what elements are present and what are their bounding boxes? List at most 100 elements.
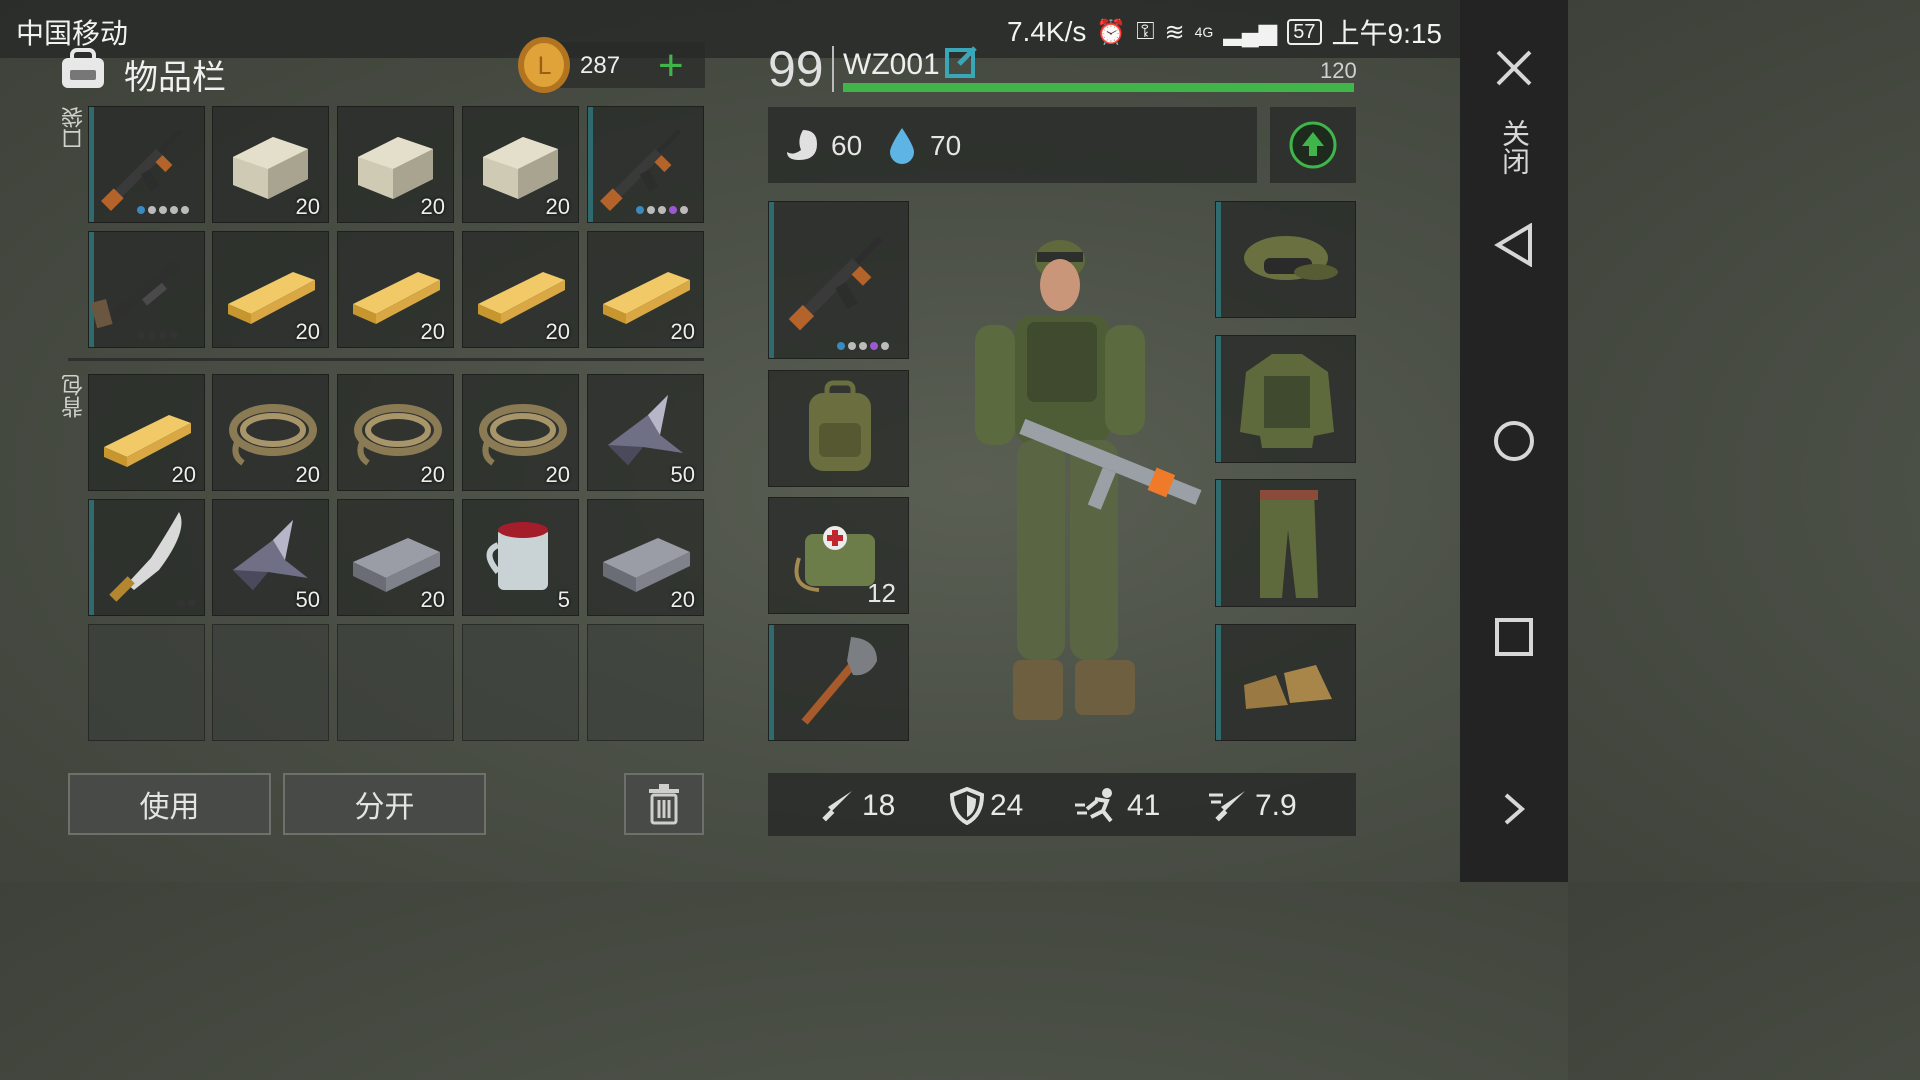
player-level: 99 [768,41,824,97]
backpack-slot-8[interactable]: 20 [337,499,454,616]
attack-speed-value: 7.9 [1255,789,1297,822]
hunger-value: 60 [831,130,863,161]
backpack-slot-3[interactable]: 20 [337,374,454,491]
add-coins-button[interactable]: + [658,44,684,88]
svg-text:L: L [537,52,551,80]
body-slot[interactable] [1215,335,1356,463]
backpack-slot-7[interactable]: 50 [212,499,329,616]
close-label[interactable]: 关闭 [1460,112,1568,182]
defense-stat: 24 [950,787,1023,825]
attack-speed-stat: 7.9 [1207,787,1297,825]
attack-stat: 18 [818,787,895,825]
navigation-bar: 关闭 [1460,0,1568,882]
pocket-slot-3[interactable]: 20 [337,106,454,223]
running-icon [1075,788,1113,823]
close-button[interactable] [1460,40,1568,96]
pocket-slot-2[interactable]: 20 [212,106,329,223]
coin-count: 287 [580,52,621,79]
section-divider [68,358,704,361]
backpack-slot-2[interactable]: 20 [212,374,329,491]
pocket-slot-4[interactable]: 20 [462,106,579,223]
carrier-name: 中国移动 [16,18,129,49]
split-button[interactable]: 分开 [283,773,486,835]
clock: 上午9:15 [1331,18,1443,49]
boots-icon [1244,665,1332,709]
defense-value: 24 [990,789,1024,822]
chevron-right-icon [1504,793,1526,825]
speed-stat: 41 [1073,787,1160,825]
close-icon [1496,50,1532,86]
pockets-label: 口袋 [61,106,86,150]
pocket-slot-9[interactable]: 20 [462,231,579,348]
wifi-icon: ≋ [1164,18,1185,46]
back-button[interactable] [1460,220,1568,270]
coin-icon: L [517,36,571,94]
character-model [955,230,1230,735]
xp-bar [843,83,1354,92]
sword-icon [822,791,852,822]
pocket-slot-5[interactable] [587,106,704,223]
speed-value: 41 [1127,789,1161,822]
xp-bar-fill [843,83,1354,92]
military-backpack-icon [809,380,871,471]
expand-button[interactable] [1460,784,1568,834]
recents-button[interactable] [1460,612,1568,662]
backpack-slot-13[interactable] [337,624,454,741]
backpack-slot-1[interactable]: 20 [88,374,205,491]
backpack-slot-4[interactable]: 20 [462,374,579,491]
backpack-icon [56,48,110,90]
assault-rifle-icon [788,236,883,331]
home-button[interactable] [1460,416,1568,466]
level-divider [832,46,834,92]
fast-sword-icon [1209,791,1245,822]
recents-square-icon [1495,618,1533,656]
backpack-slot-11[interactable] [88,624,205,741]
shield-icon [950,787,984,825]
attack-value: 18 [862,789,896,822]
pocket-slot-10[interactable]: 20 [587,231,704,348]
tool-slot[interactable] [768,624,909,741]
backpack-slot-9[interactable]: 5 [462,499,579,616]
weapon-slot[interactable] [768,201,909,359]
back-triangle-icon [1494,223,1532,267]
medkit-count: 12 [867,578,896,608]
pocket-slot-1[interactable] [88,106,205,223]
backpack-label: 背包 [61,374,86,418]
backpack-slot-15[interactable] [587,624,704,741]
player-name: WZ001 [843,48,940,81]
water-drop-icon [888,126,916,164]
camo-cap-icon [1244,236,1338,280]
pocket-slot-7[interactable]: 20 [212,231,329,348]
shovel-icon [801,637,877,725]
backpack-slot-6[interactable] [88,499,205,616]
backpack-slot[interactable] [768,370,909,487]
key-icon: ⚿ [1136,18,1155,45]
feet-slot[interactable] [1215,624,1356,741]
backpack-slot-5[interactable]: 50 [587,374,704,491]
inventory-title: 物品栏 [124,59,226,97]
camo-pants-icon [1260,490,1318,598]
medkit-slot[interactable]: 12 [768,497,909,614]
trash-icon [649,784,679,825]
stomach-icon [783,126,823,164]
pocket-slot-6[interactable] [88,231,205,348]
backpack-slot-10[interactable]: 20 [587,499,704,616]
alarm-icon: ⏰ [1096,18,1127,46]
signal-icon: ▂▄▆ [1223,18,1278,46]
trash-button[interactable] [624,773,704,835]
legs-slot[interactable] [1215,479,1356,607]
backpack-slot-14[interactable] [462,624,579,741]
edit-icon [945,46,977,78]
camo-jacket-icon [1240,354,1334,448]
edit-name-button[interactable] [945,44,979,78]
head-slot[interactable] [1215,201,1356,318]
network-speed: 7.4K/s [1006,16,1087,47]
xp-max: 120 [1320,58,1357,83]
use-button[interactable]: 使用 [68,773,271,835]
backpack-slot-12[interactable] [212,624,329,741]
upgrade-button[interactable] [1270,107,1356,183]
pocket-slot-8[interactable]: 20 [337,231,454,348]
network-type: 4G [1194,24,1214,40]
battery-level: 57 [1287,19,1322,45]
status-icons: 7.4K/s ⏰ ⚿ ≋ 4G ▂▄▆ 57 上午9:15 [1007,12,1442,52]
